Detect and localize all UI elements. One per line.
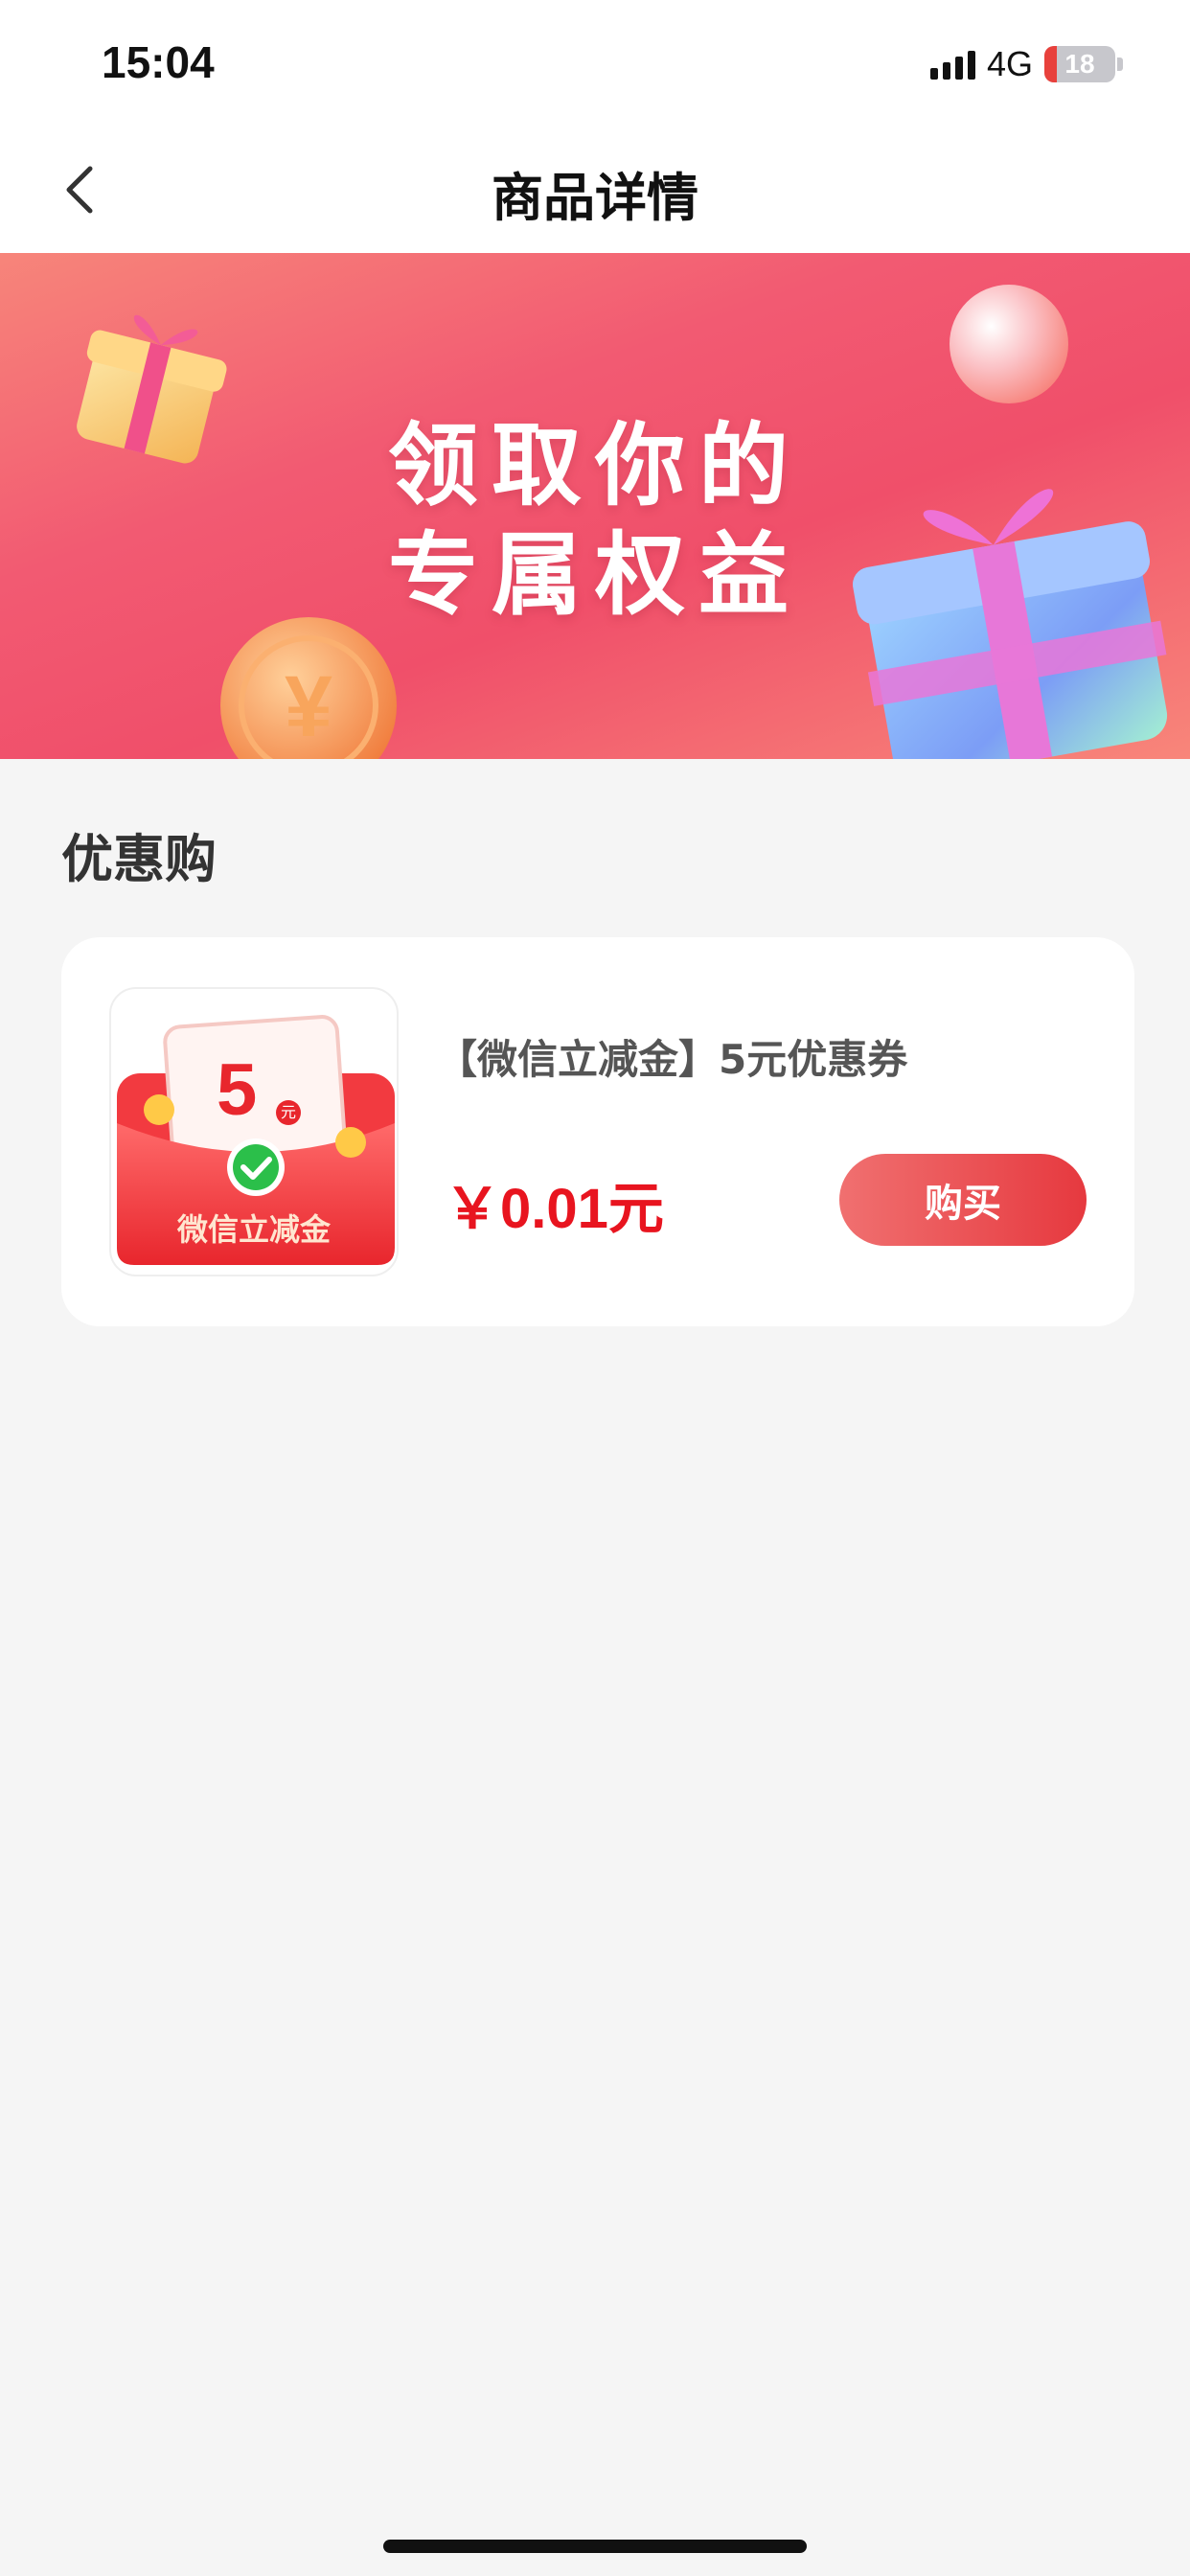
thumb-caption: 微信立减金 [176, 1211, 331, 1248]
battery-charging-icon: 18 [1044, 46, 1115, 82]
wechat-icon [233, 1144, 279, 1190]
home-indicator[interactable] [383, 2540, 807, 2553]
product-thumbnail[interactable]: 5 元 微信立减金 [109, 987, 399, 1276]
network-label: 4G [986, 44, 1033, 83]
status-time: 15:04 [102, 37, 215, 87]
page-title: 商品详情 [492, 168, 698, 228]
banner-title-line2: 专属权益 [387, 523, 802, 628]
buy-button[interactable]: 购买 [839, 1154, 1087, 1246]
battery-cap [1117, 58, 1123, 71]
section-title: 优惠购 [61, 829, 217, 889]
signal-icon [929, 49, 975, 80]
product-price: ￥0.01元 [445, 1178, 664, 1240]
product-name: 【微信立减金】5元优惠券 [437, 1036, 908, 1083]
thumb-amount: 5 [217, 1049, 258, 1131]
svg-text:¥: ¥ [285, 659, 332, 755]
status-bar: 15:04 4G 18 [0, 0, 1190, 126]
nav-bar: 商品详情 [0, 126, 1190, 253]
promo-banner[interactable]: ¥ 领取你的 专属权益 [0, 253, 1190, 759]
status-indicators: 4G 18 [929, 44, 1123, 84]
product-card[interactable]: 5 元 微信立减金 【微信立减金】5元优惠券 ￥0.01元 购买 [61, 937, 1134, 1326]
bubble-icon [950, 285, 1068, 403]
battery-level [1044, 46, 1058, 82]
battery-percent: 18 [1064, 49, 1095, 79]
thumb-unit: 元 [276, 1100, 301, 1125]
